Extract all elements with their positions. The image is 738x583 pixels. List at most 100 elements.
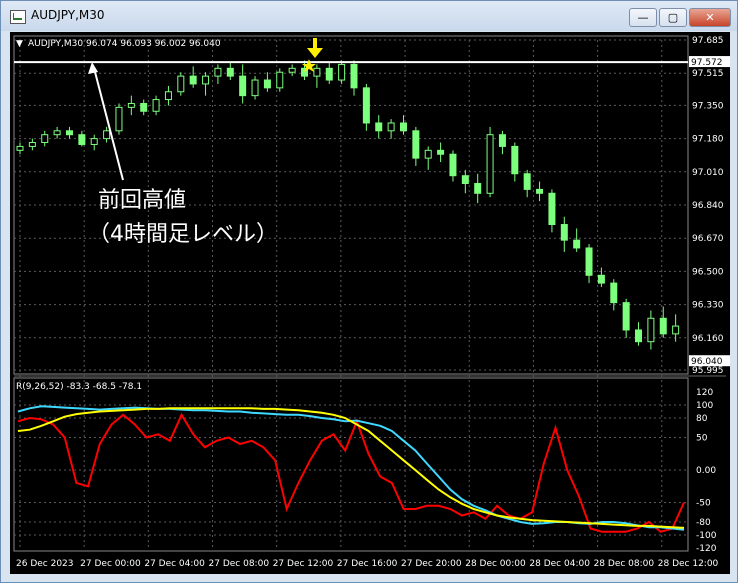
candle-body <box>474 183 482 194</box>
candle-body <box>536 188 544 194</box>
annotation-subtitle: （4時間足レベル） <box>88 222 278 247</box>
current-price-label: 96.040 <box>691 357 723 367</box>
time-tick-label: 26 Dec 2023 <box>16 559 74 569</box>
price-tick-label: 96.840 <box>692 201 724 211</box>
oscillator-tick-label: -50 <box>696 499 711 509</box>
oscillator-lines <box>17 405 685 533</box>
restore-button[interactable]: ▢ <box>659 8 687 27</box>
candle-body <box>177 75 185 93</box>
price-tick-label: 97.515 <box>692 69 724 79</box>
candle-body <box>313 67 321 77</box>
oscillator-header: R(9,26,52) -83.3 -68.5 -78.1 <box>16 382 142 392</box>
candle-body <box>523 173 531 190</box>
candle-body <box>78 134 86 145</box>
arrow-down-icon <box>307 38 323 58</box>
candle-body <box>560 224 568 241</box>
oscillator-tick-label: 120 <box>696 388 713 398</box>
candle-body <box>647 317 655 343</box>
chart-collapse-icon[interactable]: ▼ <box>16 39 23 49</box>
oscillator-tick-label: -100 <box>696 531 717 541</box>
oscillator-tick-label: 50 <box>696 434 708 444</box>
window-title: AUDJPY,M30 <box>31 8 105 22</box>
candle-body <box>412 130 420 159</box>
candle-body <box>127 102 135 108</box>
candle-body <box>498 134 506 147</box>
candle-body <box>189 75 197 85</box>
oscillator-tick-label: 100 <box>696 401 713 411</box>
chart-svg[interactable]: 97.685 97.515 97.350 97.180 97.010 96.840 96.6… <box>10 32 730 574</box>
oscillator-tick-label: 80 <box>696 414 708 424</box>
candle-body <box>362 87 370 124</box>
oscillator-tick-label: 0.00 <box>696 466 716 476</box>
close-button[interactable]: ✕ <box>689 8 731 27</box>
candle-body <box>164 91 172 101</box>
title-bar[interactable]: AUDJPY,M30 — ▢ ✕ <box>1 1 737 31</box>
oscillator-tick-label: -80 <box>696 518 711 528</box>
time-tick-label: 27 Dec 20:00 <box>401 559 462 569</box>
oscillator-tick-label: -120 <box>696 544 717 554</box>
candle-body <box>226 67 234 77</box>
candle-body <box>288 67 296 73</box>
time-tick-label: 27 Dec 12:00 <box>273 559 334 569</box>
candle-body <box>103 130 111 140</box>
candle-body <box>338 63 346 81</box>
candle-body <box>16 145 24 151</box>
candle-body <box>251 79 259 97</box>
resistance-price-label: 97.572 <box>691 58 723 68</box>
candle-body <box>635 329 643 343</box>
candle-body <box>399 122 407 132</box>
price-tick-label: 96.160 <box>692 334 724 344</box>
minimize-button[interactable]: — <box>629 8 657 27</box>
candle-body <box>152 99 160 112</box>
candle-body <box>449 153 457 177</box>
price-tick-label: 97.350 <box>692 101 724 111</box>
arrow-up-icon <box>88 62 98 74</box>
candle-body <box>511 145 519 175</box>
price-tick-label: 97.010 <box>692 168 724 178</box>
candle-body <box>350 63 358 89</box>
price-tick-label: 96.500 <box>692 267 724 277</box>
candle-body <box>622 302 630 331</box>
time-tick-label: 27 Dec 16:00 <box>337 559 398 569</box>
candle-body <box>28 142 36 147</box>
chart-area[interactable]: 97.685 97.515 97.350 97.180 97.010 96.840 96.6… <box>10 32 730 574</box>
candle-body <box>437 149 445 155</box>
time-tick-label: 28 Dec 12:00 <box>658 559 719 569</box>
candle-body <box>548 192 556 226</box>
price-tick-label: 96.330 <box>692 301 724 311</box>
time-tick-label: 28 Dec 08:00 <box>594 559 655 569</box>
chart-window: AUDJPY,M30 — ▢ ✕ 97.685 97.515 97.350 97.18… <box>0 0 738 583</box>
candle-body <box>90 138 98 145</box>
time-axis: 26 Dec 2023 27 Dec 00:00 27 Dec 04:00 27 De… <box>16 559 719 569</box>
candle-body <box>486 134 494 194</box>
candle-body <box>461 175 469 185</box>
time-tick-label: 27 Dec 00:00 <box>80 559 141 569</box>
candle-body <box>202 75 210 85</box>
candle-body <box>672 325 680 335</box>
annotation-title: 前回高値 <box>98 188 187 213</box>
price-tick-label: 95.995 <box>692 366 724 376</box>
candle-body <box>214 67 222 77</box>
chart-app-icon <box>10 10 26 24</box>
oscillator-panel-frame <box>13 377 689 552</box>
candle-body <box>610 282 618 304</box>
price-axis: 97.685 97.515 97.350 97.180 97.010 96.840 96.6… <box>692 36 724 376</box>
candle-body <box>263 79 271 89</box>
candle-body <box>424 149 432 159</box>
candle-body <box>239 75 247 97</box>
time-tick-label: 28 Dec 00:00 <box>465 559 526 569</box>
time-tick-label: 27 Dec 04:00 <box>144 559 205 569</box>
candle-body <box>585 247 593 276</box>
candle-body <box>325 67 333 81</box>
candle-body <box>659 317 667 335</box>
candle-body <box>375 122 383 132</box>
chart-header: AUDJPY,M30 96.074 96.093 96.002 96.040 <box>28 39 221 49</box>
oscillator-axis: 120 100 80 50 0.00 -50 -80 -100 -120 <box>696 388 717 554</box>
candle-body <box>115 106 123 132</box>
price-tick-label: 96.670 <box>692 234 724 244</box>
oscillator-line-r9 <box>17 412 685 533</box>
candle-body <box>65 130 73 136</box>
time-tick-label: 28 Dec 04:00 <box>529 559 590 569</box>
candle-body <box>41 134 49 144</box>
candle-body <box>140 102 148 112</box>
